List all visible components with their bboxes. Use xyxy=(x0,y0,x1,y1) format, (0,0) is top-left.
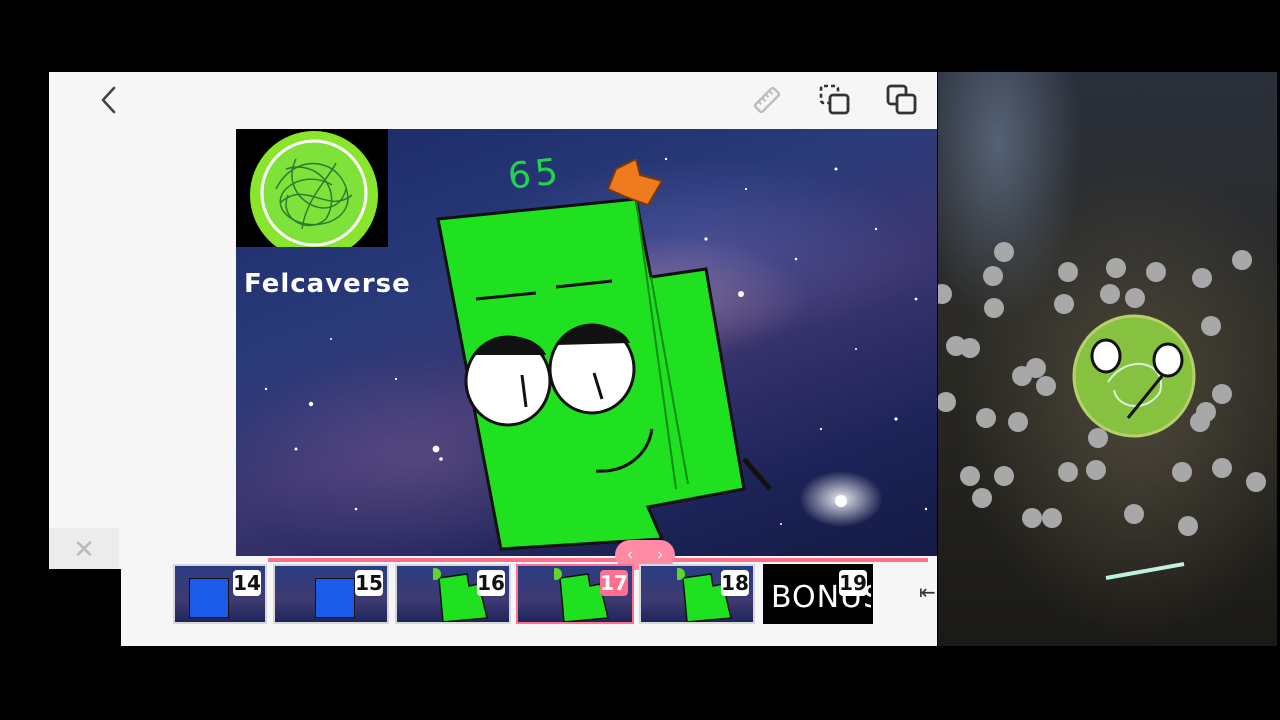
scribble-ball-logo-icon xyxy=(250,131,378,259)
brand-name: Felcaverse xyxy=(244,269,411,299)
blue-character-thumbnail xyxy=(189,578,229,618)
skip-to-end-button[interactable]: ⇤ xyxy=(919,580,937,604)
skip-to-end-icon: ⇤ xyxy=(919,582,936,604)
frame-number-badge: 14 xyxy=(233,570,261,596)
close-icon: ✕ xyxy=(73,533,95,564)
frame-number-badge: 19 xyxy=(839,570,867,596)
ruler-button[interactable] xyxy=(747,80,787,120)
frame-thumbnail-16[interactable]: 16 xyxy=(395,564,511,624)
copy-frame-button[interactable] xyxy=(882,80,922,120)
previous-frame-thumbnail[interactable] xyxy=(49,569,121,646)
close-filmstrip-button[interactable]: ✕ xyxy=(49,528,119,570)
animation-editor: Felcaverse 65 ✕ ‹ › 14 15 16 17 18 BONUS… xyxy=(49,72,937,646)
ruler-icon xyxy=(753,86,781,114)
duplicate-icon xyxy=(819,84,850,115)
chevron-right-icon[interactable]: › xyxy=(657,546,662,564)
timeline-accent-bar xyxy=(268,558,928,562)
brand-logo xyxy=(236,129,388,259)
frame-number-badge: 17 xyxy=(600,570,628,596)
back-button[interactable] xyxy=(89,80,129,120)
frame-number-badge: 15 xyxy=(355,570,383,596)
frame-number-badge: 18 xyxy=(721,570,749,596)
frame-thumbnail-19[interactable]: BONUS 19 xyxy=(763,564,873,624)
toolbar xyxy=(49,72,937,128)
frame-thumbnail-17[interactable]: 17 xyxy=(516,564,634,624)
drawing-canvas[interactable]: Felcaverse 65 xyxy=(236,129,937,556)
frame-track: 14 15 16 17 18 BONUS 19 xyxy=(173,564,873,624)
green-block-character xyxy=(436,159,772,551)
side-preview-panel xyxy=(938,72,1277,646)
frame-thumbnail-14[interactable]: 14 xyxy=(173,564,267,624)
frame-number-badge: 16 xyxy=(477,570,505,596)
frame-thumbnail-15[interactable]: 15 xyxy=(273,564,389,624)
chevron-left-icon[interactable]: ‹ xyxy=(627,546,632,564)
frame-filmstrip: ‹ › 14 15 16 17 18 BONUS 19 ⇤ xyxy=(173,540,937,624)
blue-character-thumbnail xyxy=(315,578,355,618)
duplicate-frame-button[interactable] xyxy=(815,80,855,120)
chevron-left-icon xyxy=(101,86,116,114)
copy-icon xyxy=(886,84,917,115)
frame-thumbnail-18[interactable]: 18 xyxy=(639,564,755,624)
side-preview-artwork xyxy=(938,242,1266,580)
